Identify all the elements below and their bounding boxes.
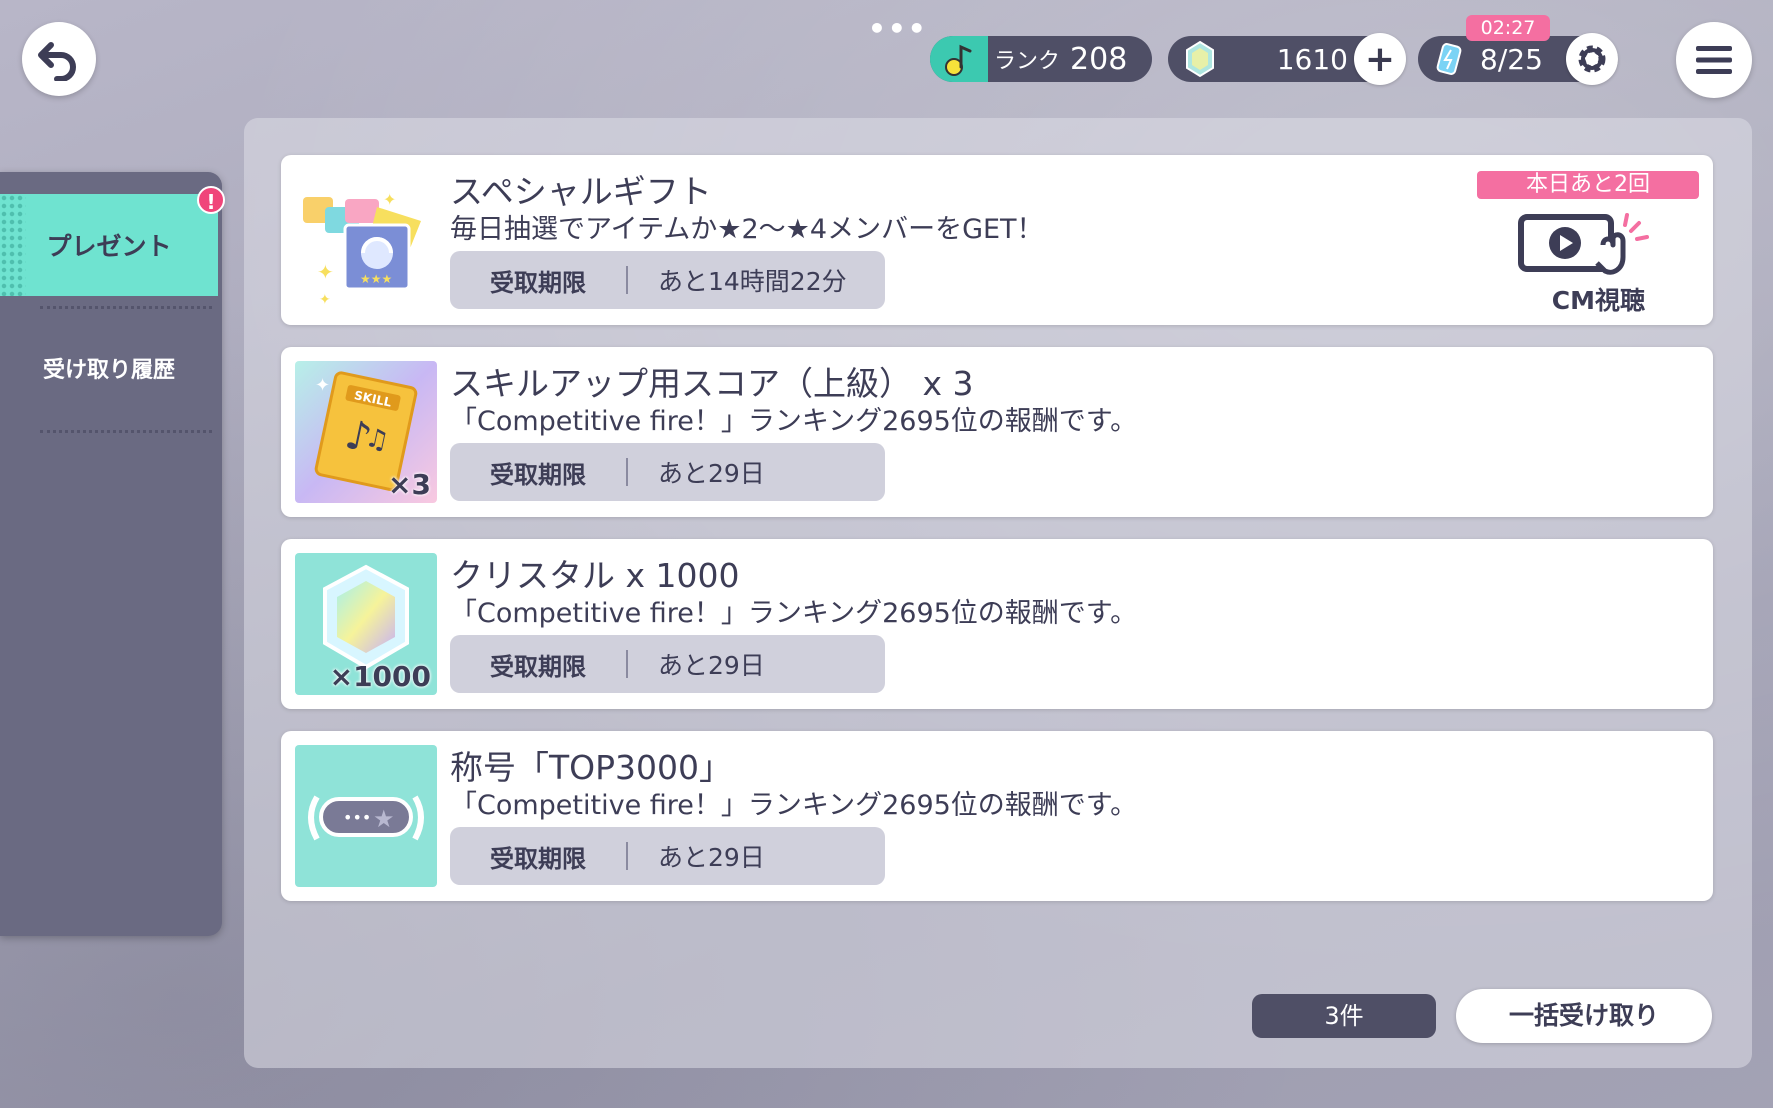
music-note-icon [930,36,988,82]
deadline-box: 受取期限 あと14時間22分 [450,251,885,309]
deadline-value: あと29日 [658,651,765,680]
settings-button[interactable] [1566,33,1618,85]
more-dots: ••• [868,12,928,45]
deadline-label: 受取期限 [490,460,586,489]
title-badge-thumbnail: ••• ★ [295,745,437,887]
add-crystal-button[interactable]: + [1354,33,1406,85]
rank-label: ランク [994,49,1061,74]
notification-badge: ! [197,186,225,214]
deadline-box: 受取期限 あと29日 [450,635,885,693]
crystal-value: 1610 [1276,42,1348,76]
card-title: スペシャルギフト [450,172,712,211]
thumb-count: ×3 [388,468,431,501]
energy-icon [1436,43,1462,75]
card-title: クリスタル x 1000 [450,556,740,595]
thumb-count: ×1000 [329,660,431,693]
svg-text:✦: ✦ [319,292,331,308]
card-description: 毎日抽選でアイテムか★2～★4メンバーをGET！ [450,214,1044,245]
card-title: スキルアップ用スコア（上級） x 3 [450,364,974,403]
menu-button[interactable] [1676,22,1752,98]
gear-icon [1578,45,1606,73]
svg-text:✦: ✦ [383,190,396,209]
back-button[interactable] [22,22,96,96]
energy-value: 8/25 [1480,42,1543,76]
back-arrow-icon [38,42,76,81]
svg-text:★★★: ★★★ [360,272,392,286]
card-description: 「Competitive fire！」ランキング2695位の報酬です。 [450,790,1138,821]
svg-text:✦: ✦ [315,375,330,396]
present-count: 3件 [1252,994,1436,1038]
rank-value: 208 [1070,41,1128,77]
bulk-receive-button[interactable]: 一括受け取り [1456,989,1712,1043]
deadline-value: あと14時間22分 [658,267,847,296]
skill-score-thumbnail: SKILL ♪ ♫ ✦ ×3 [295,361,437,503]
energy-timer: 02:27 [1466,15,1550,41]
sidebar-divider [40,430,212,433]
card-title: 称号「TOP3000」 [450,748,733,787]
cm-watch-button[interactable] [1517,211,1657,285]
deadline-value: あと29日 [658,843,765,872]
deadline-label: 受取期限 [490,268,586,297]
tab-present-label: プレゼント [46,232,172,261]
deadline-label: 受取期限 [490,652,586,681]
card-description: 「Competitive fire！」ランキング2695位の報酬です。 [450,598,1138,629]
crystal-display: 1610 + [1168,33,1406,85]
present-card-title-top3000[interactable]: ••• ★ 称号「TOP3000」 「Competitive fire！」ランキ… [281,731,1713,901]
svg-text:★: ★ [373,805,395,833]
remaining-count-badge: 本日あと2回 [1477,171,1699,199]
deadline-box: 受取期限 あと29日 [450,443,885,501]
sidebar-divider [40,306,212,309]
crystal-icon [1186,40,1214,78]
present-card-crystal[interactable]: ×1000 クリスタル x 1000 「Competitive fire！」ラン… [281,539,1713,709]
card-description: 「Competitive fire！」ランキング2695位の報酬です。 [450,406,1138,437]
sidebar: プレゼント ! 受け取り履歴 [0,172,225,936]
svg-text:✦: ✦ [317,260,334,284]
deadline-box: 受取期限 あと29日 [450,827,885,885]
svg-text:•••: ••• [343,808,371,827]
cm-video-icon [1518,213,1649,275]
menu-icon [1696,46,1732,74]
cm-label: CM視聴 [1551,286,1645,315]
deadline-label: 受取期限 [490,844,586,873]
crystal-thumbnail: ×1000 [295,553,437,695]
rank-display: ランク 208 [930,36,1152,82]
special-gift-thumbnail: ★★★ ✦ ✦ ✦ [295,169,437,311]
present-card-special-gift[interactable]: ★★★ ✦ ✦ ✦ スペシャルギフト 毎日抽選でアイテムか★2～★4メンバーをG… [281,155,1713,325]
plus-icon: + [1364,38,1396,80]
tab-receive-history[interactable]: 受け取り履歴 [0,352,218,384]
present-card-skill-score[interactable]: SKILL ♪ ♫ ✦ ×3 スキルアップ用スコア（上級） x 3 「Compe… [281,347,1713,517]
tab-present[interactable]: プレゼント [0,194,218,296]
deadline-value: あと29日 [658,459,765,488]
